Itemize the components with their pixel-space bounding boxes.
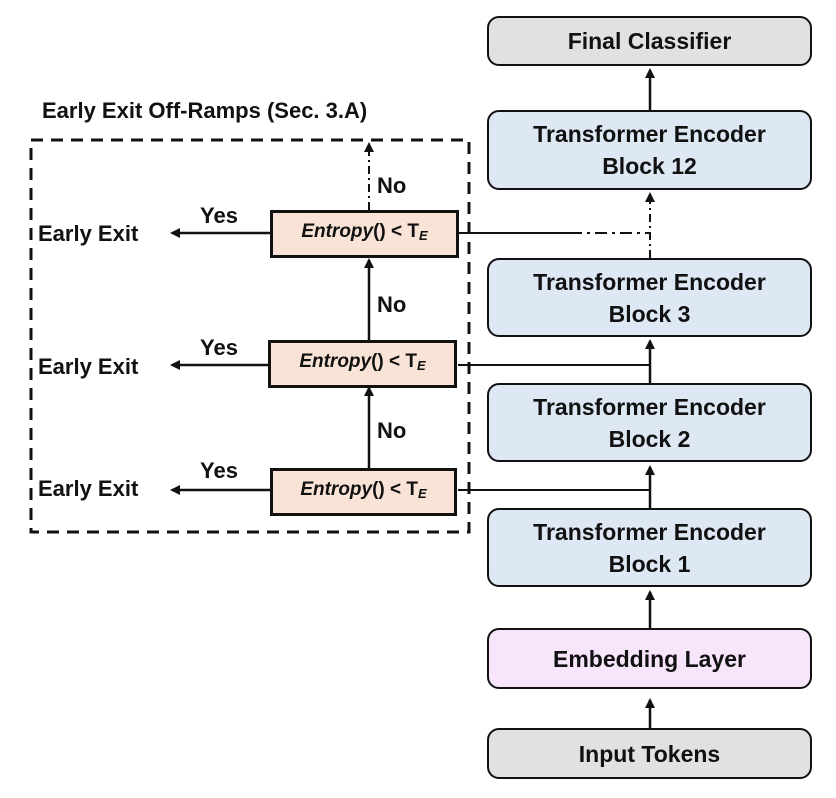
yes-label-3: Yes: [200, 203, 238, 228]
entropy-expr-label: () < T: [372, 479, 419, 500]
yes-label-1: Yes: [200, 458, 238, 483]
entropy-check-2: Entropy() < TE: [268, 340, 457, 388]
offramp-group-title: Early Exit Off-Ramps (Sec. 3.A): [42, 98, 368, 123]
yes-label-2: Yes: [200, 335, 238, 360]
threshold-subscript: E: [419, 228, 428, 243]
encoder-block-2-line2: Block 2: [608, 425, 691, 452]
encoder-block-3-line2: Block 3: [608, 300, 691, 327]
entropy-expr-label: () < T: [373, 221, 420, 242]
no-label-2: No: [377, 292, 407, 317]
entropy-check-1: Entropy() < TE: [270, 468, 457, 516]
entropy-func-label: Entropy: [301, 221, 374, 242]
early-exit-label-3: Early Exit: [38, 221, 139, 246]
encoder-block-3-line1: Transformer Encoder: [533, 268, 766, 295]
encoder-block-1-line2: Block 1: [608, 550, 691, 577]
entropy-check-3: Entropy() < TE: [270, 210, 459, 258]
entropy-func-label: Entropy: [300, 479, 373, 500]
entropy-expr-label: () < T: [371, 351, 418, 372]
early-exit-label-2: Early Exit: [38, 354, 139, 379]
entropy-func-label: Entropy: [299, 351, 372, 372]
early-exit-label-1: Early Exit: [38, 476, 139, 501]
final-classifier-label: Final Classifier: [567, 28, 732, 54]
input-tokens-node: Input Tokens: [487, 728, 812, 779]
embedding-layer-label: Embedding Layer: [553, 645, 746, 672]
input-tokens-label: Input Tokens: [578, 740, 721, 767]
encoder-block-2-line1: Transformer Encoder: [533, 393, 766, 420]
no-label-1: No: [377, 418, 407, 443]
encoder-block-12-line2: Block 12: [602, 153, 697, 179]
encoder-block-1-line1: Transformer Encoder: [533, 518, 766, 545]
threshold-subscript: E: [417, 358, 426, 373]
encoder-block-2-node: Transformer Encoder Block 2: [487, 383, 812, 462]
encoder-block-12-line1: Transformer Encoder: [533, 121, 766, 147]
threshold-subscript: E: [418, 486, 427, 501]
embedding-layer-node: Embedding Layer: [487, 628, 812, 689]
encoder-block-3-node: Transformer Encoder Block 3: [487, 258, 812, 337]
encoder-block-12-node: Transformer Encoder Block 12: [487, 110, 812, 190]
encoder-block-1-node: Transformer Encoder Block 1: [487, 508, 812, 587]
no-label-3: No: [377, 173, 407, 198]
final-classifier-node: Final Classifier: [487, 16, 812, 66]
